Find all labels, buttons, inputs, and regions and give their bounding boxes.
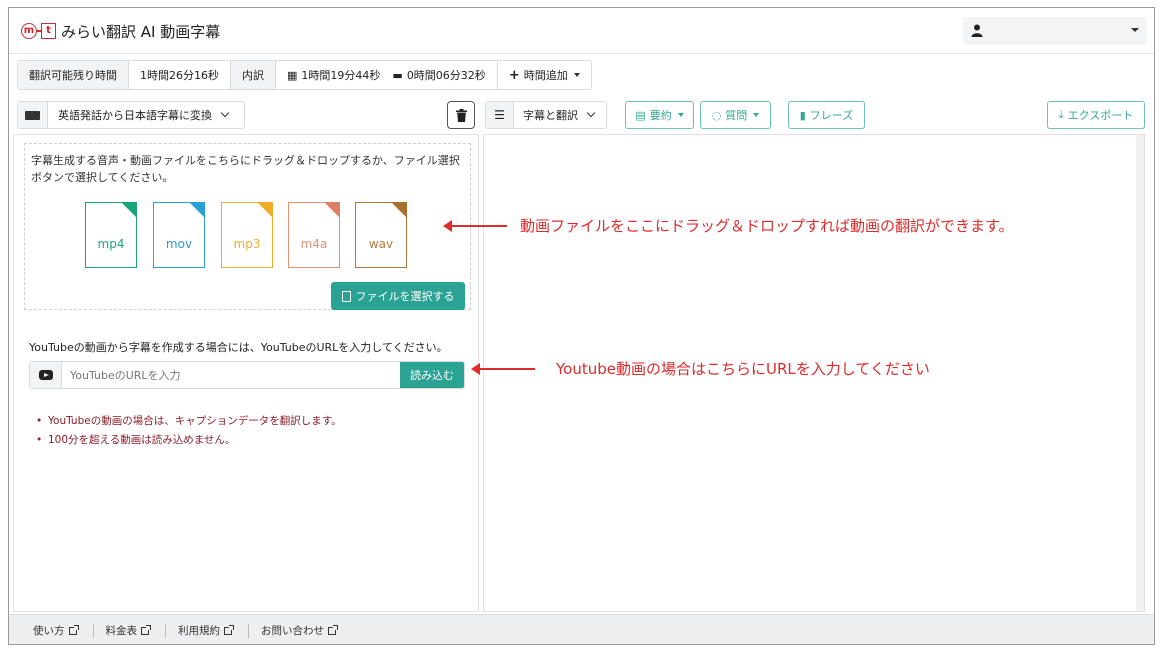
footer-link-label: 料金表 — [105, 625, 138, 637]
load-button[interactable]: 読み込む — [400, 362, 464, 388]
youtube-instructions: YouTubeの動画から字幕を作成する場合には、YouTubeのURLを入力して… — [29, 341, 448, 354]
phrase-button[interactable]: ▮ フレーズ — [788, 101, 865, 129]
footer-link-label: 利用規約 — [178, 625, 220, 637]
app-window: m t みらい翻訳 AI 動画字幕 翻訳可能残り時間 1時間26分16秒 内訳 … — [8, 7, 1155, 645]
logo-m: m — [21, 23, 37, 39]
caret-down-icon — [753, 113, 760, 117]
footer-link-terms[interactable]: 利用規約 — [166, 623, 249, 638]
subtitle-icon — [18, 102, 48, 128]
book-icon: ▮ — [799, 108, 806, 122]
file-drop-zone[interactable]: 字幕生成する音声・動画ファイルをこちらにドラッグ＆ドロップするか、ファイル選択ボ… — [24, 143, 471, 310]
caret-down-icon — [573, 73, 580, 77]
file-type-3-icon: m4a — [288, 202, 340, 268]
phrase-label: フレーズ — [809, 109, 854, 122]
chat-icon: ◌ — [711, 108, 722, 122]
footer-link-usage[interactable]: 使い方 — [23, 623, 94, 638]
subtitle-display-label: 字幕と翻訳 — [523, 109, 578, 122]
add-time-label: 時間追加 — [523, 69, 568, 82]
external-link-icon — [328, 624, 338, 635]
calendar-icon: ▦ — [287, 68, 298, 82]
annotation-youtube-hint: Youtube動画の場合はこちらにURLを入力してください — [556, 360, 930, 378]
card-icon: ▬ — [392, 68, 403, 82]
breakdown-values: ▦ 1時間19分44秒 ▬ 0時間06分32秒 — [276, 61, 498, 89]
caret-down-icon — [1131, 28, 1139, 32]
note-item: 100分を超える動画は読み込めません。 — [36, 431, 342, 450]
file-type-0-icon: mp4 — [85, 202, 137, 268]
breakdown-label: 内訳 — [231, 61, 276, 89]
note-item: YouTubeの動画の場合は、キャプションデータを翻訳します。 — [36, 412, 342, 431]
upload-panel: 字幕生成する音声・動画ファイルをこちらにドラッグ＆ドロップするか、ファイル選択ボ… — [13, 134, 479, 612]
app-logo: m t — [21, 23, 56, 39]
select-file-button[interactable]: ファイルを選択する — [331, 282, 465, 310]
footer-link-contact[interactable]: お問い合わせ — [249, 624, 352, 638]
trash-icon — [455, 108, 467, 122]
remaining-time-value: 1時間26分16秒 — [129, 61, 231, 89]
chevron-down-icon — [220, 108, 230, 118]
file-type-label: m4a — [300, 237, 328, 251]
external-link-icon — [68, 624, 79, 635]
subtitle-display-select[interactable]: ☰ 字幕と翻訳 — [485, 101, 607, 129]
summary-label: 要約 — [649, 109, 672, 122]
notes-list: YouTubeの動画の場合は、キャプションデータを翻訳します。 100分を超える… — [36, 412, 342, 450]
file-type-label: mp4 — [97, 237, 125, 251]
plus-icon: + — [508, 67, 520, 83]
summary-button[interactable]: ▤ 要約 — [625, 101, 694, 129]
scrollbar[interactable] — [1136, 135, 1144, 611]
app-title: みらい翻訳 AI 動画字幕 — [61, 23, 221, 41]
question-label: 質問 — [725, 109, 748, 122]
chevron-down-icon — [586, 108, 596, 118]
file-type-label: wav — [368, 237, 394, 251]
file-type-4-icon: wav — [355, 202, 407, 268]
user-icon — [971, 24, 983, 37]
time-remaining-bar: 翻訳可能残り時間 1時間26分16秒 内訳 ▦ 1時間19分44秒 ▬ 0時間0… — [17, 60, 592, 90]
youtube-url-input[interactable] — [62, 362, 400, 388]
add-time-button[interactable]: + 時間追加 — [498, 61, 591, 89]
drop-instructions: 字幕生成する音声・動画ファイルをこちらにドラッグ＆ドロップするか、ファイル選択ボ… — [31, 154, 460, 184]
question-button[interactable]: ◌ 質問 — [700, 101, 771, 129]
delete-button[interactable] — [447, 101, 475, 129]
logo-t: t — [41, 23, 56, 39]
footer-link-pricing[interactable]: 料金表 — [94, 623, 166, 638]
annotation-arrow-icon — [471, 363, 535, 375]
remaining-time-label: 翻訳可能残り時間 — [18, 61, 129, 89]
external-link-icon — [141, 624, 151, 635]
calendar-time-value: 1時間19分44秒 — [301, 69, 381, 82]
footer: 使い方 料金表 利用規約 お問い合わせ — [9, 614, 1154, 644]
file-icon — [341, 290, 351, 302]
external-link-icon — [224, 624, 234, 635]
select-file-label: ファイルを選択する — [355, 290, 455, 303]
file-type-label: mp3 — [233, 237, 261, 251]
summary-icon: ▤ — [635, 108, 646, 122]
youtube-icon — [30, 362, 62, 388]
file-type-label: mov — [165, 237, 193, 251]
footer-link-label: お問い合わせ — [261, 625, 324, 637]
file-type-2-icon: mp3 — [221, 202, 273, 268]
annotation-drop-hint: 動画ファイルをここにドラッグ＆ドロップすれば動画の翻訳ができます。 — [520, 217, 1014, 235]
caret-down-icon — [677, 113, 684, 117]
file-type-1-icon: mov — [153, 202, 205, 268]
download-icon: ⤓ — [1058, 108, 1064, 121]
card-time-value: 0時間06分32秒 — [406, 69, 486, 82]
user-menu[interactable] — [963, 17, 1147, 45]
translation-mode-select[interactable]: 英語発話から日本語字幕に変換 — [17, 101, 245, 129]
translation-mode-label: 英語発話から日本語字幕に変換 — [58, 109, 212, 122]
app-header: m t みらい翻訳 AI 動画字幕 — [9, 8, 1154, 54]
youtube-url-group: 読み込む — [29, 361, 465, 389]
list-icon: ☰ — [486, 102, 514, 128]
footer-link-label: 使い方 — [33, 625, 65, 637]
export-button[interactable]: ⤓ エクスポート — [1047, 101, 1145, 129]
export-label: エクスポート — [1067, 109, 1134, 122]
annotation-arrow-icon — [443, 220, 507, 232]
